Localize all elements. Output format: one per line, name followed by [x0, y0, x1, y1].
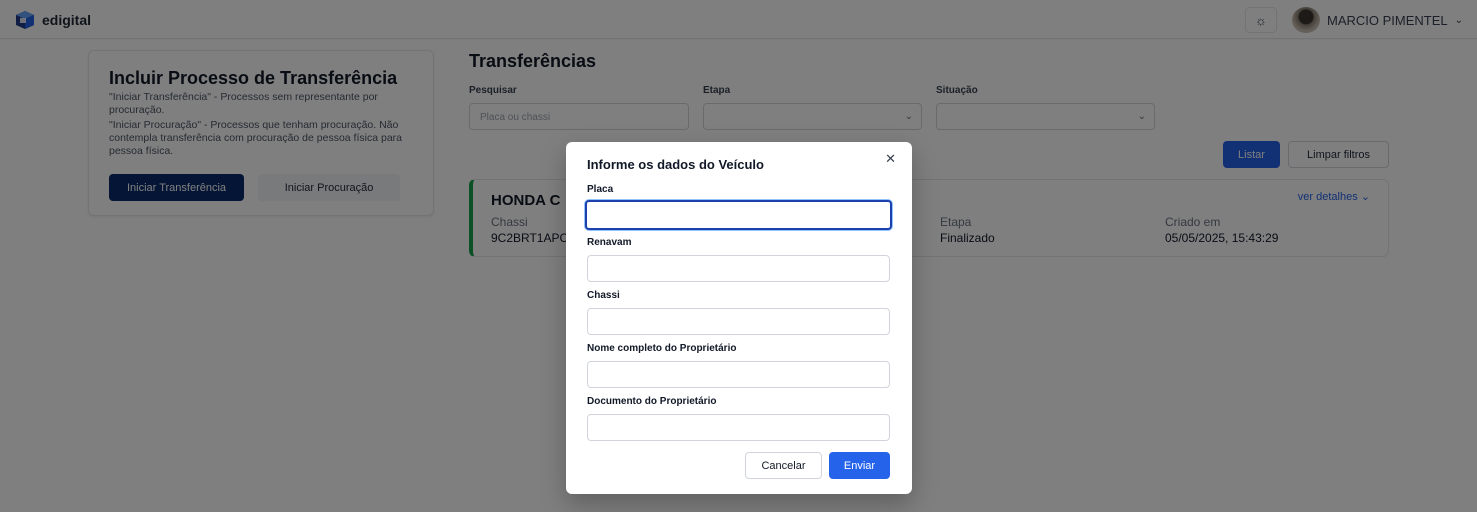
cancel-button[interactable]: Cancelar [745, 452, 822, 479]
owner-name-label: Nome completo do Proprietário [587, 343, 737, 354]
owner-document-label: Documento do Proprietário [587, 396, 717, 407]
owner-name-input[interactable] [587, 361, 890, 388]
modal-title: Informe os dados do Veículo [587, 157, 764, 172]
chassi-input[interactable] [587, 308, 890, 335]
submit-button[interactable]: Enviar [829, 452, 890, 479]
placa-label: Placa [587, 184, 614, 195]
chassi-label: Chassi [587, 290, 620, 301]
renavam-input[interactable] [587, 255, 890, 282]
placa-input[interactable] [585, 200, 892, 230]
close-icon[interactable]: ✕ [885, 151, 896, 167]
renavam-label: Renavam [587, 237, 632, 248]
vehicle-data-modal: Informe os dados do Veículo ✕ Placa Rena… [566, 142, 912, 494]
owner-document-input[interactable] [587, 414, 890, 441]
